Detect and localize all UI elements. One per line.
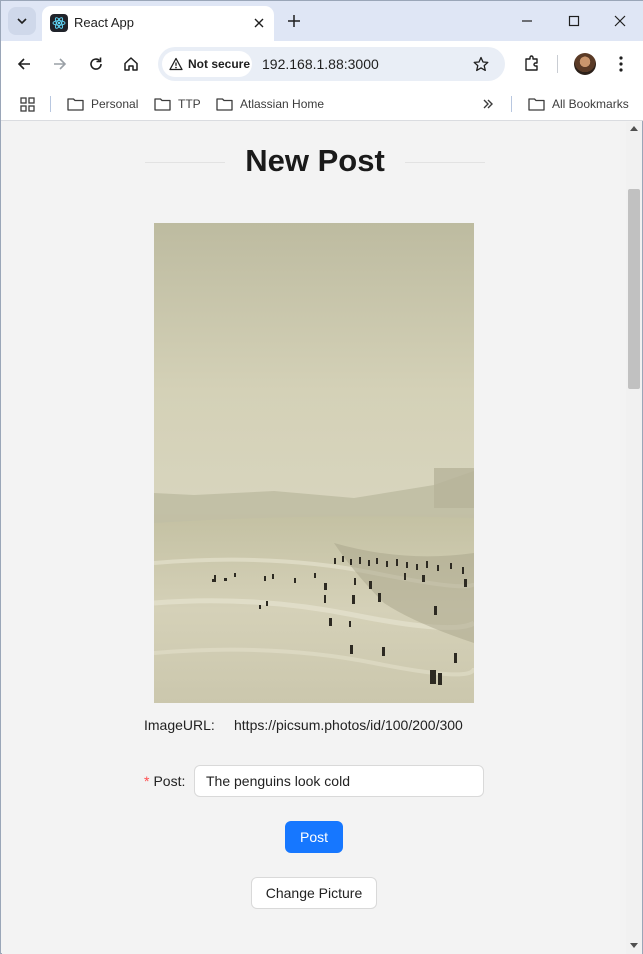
image-url-label: ImageURL: <box>144 717 215 733</box>
reload-icon <box>90 57 102 70</box>
minimize-icon <box>522 20 532 22</box>
arrow-left-icon <box>17 58 30 70</box>
close-icon <box>254 18 264 28</box>
post-text-input[interactable] <box>194 765 484 797</box>
change-picture-button[interactable]: Change Picture <box>251 877 377 909</box>
scroll-down-arrow-icon[interactable] <box>630 943 638 948</box>
address-bar[interactable]: Not secure 192.168.1.88:3000 <box>158 47 505 81</box>
bookmarks-bar: Personal TTP Atlassian Home All Bookmark… <box>1 87 643 121</box>
scrollbar-thumb[interactable] <box>628 189 640 389</box>
folder-icon <box>216 98 233 111</box>
security-label: Not secure <box>188 57 251 71</box>
bookmark-star-button[interactable] <box>471 54 491 74</box>
bookmark-folder-ttp[interactable]: TTP <box>154 94 201 114</box>
page-title-divider: New Post <box>145 140 485 184</box>
puzzle-icon <box>525 55 538 71</box>
post-label: * Post: <box>144 773 185 789</box>
apps-button[interactable] <box>20 94 35 114</box>
required-asterisk: * <box>144 773 150 789</box>
bookmark-folder-atlassian-home[interactable]: Atlassian Home <box>216 94 324 114</box>
page-scrollbar[interactable] <box>626 122 642 954</box>
bookmark-label: TTP <box>178 97 201 111</box>
home-button[interactable] <box>117 50 145 78</box>
maximize-icon <box>568 15 580 27</box>
star-icon <box>473 56 489 72</box>
browser-menu-button[interactable] <box>611 52 631 76</box>
page-title: New Post <box>245 143 385 178</box>
site-info-chip[interactable]: Not secure <box>162 51 252 77</box>
home-icon <box>124 57 138 71</box>
browser-window: React App Not secure 192.168.1.88:3000 P… <box>0 0 643 954</box>
bookmark-label: Personal <box>91 97 139 111</box>
tab-react-app[interactable]: React App <box>42 6 274 41</box>
image-url-value: https://picsum.photos/id/100/200/300 <box>234 717 463 733</box>
forward-button[interactable] <box>46 50 74 78</box>
post-image <box>154 223 474 703</box>
extensions-button[interactable] <box>520 51 544 75</box>
bookmark-label: Atlassian Home <box>240 97 325 111</box>
apps-grid-icon <box>20 96 35 112</box>
minimize-button[interactable] <box>504 1 550 41</box>
folder-icon <box>154 98 171 111</box>
new-tab-button[interactable] <box>283 10 305 32</box>
kebab-menu-icon <box>619 56 623 72</box>
folder-icon <box>528 98 545 111</box>
maximize-button[interactable] <box>551 1 597 41</box>
reload-button[interactable] <box>82 50 110 78</box>
tab-search-button[interactable] <box>8 7 36 35</box>
all-bookmarks-label: All Bookmarks <box>552 97 629 111</box>
close-icon <box>614 15 626 27</box>
close-tab-button[interactable] <box>250 14 268 32</box>
close-window-button[interactable] <box>597 1 643 41</box>
bookmarks-overflow-button[interactable] <box>482 94 494 114</box>
scroll-up-arrow-icon[interactable] <box>630 126 638 131</box>
arrow-right-icon <box>54 58 67 70</box>
back-button[interactable] <box>10 50 38 78</box>
bookmarks-divider <box>511 96 512 112</box>
post-label-text: Post: <box>153 773 186 789</box>
chevron-down-icon <box>17 18 27 25</box>
profile-avatar[interactable] <box>574 53 596 75</box>
warning-icon <box>169 57 183 71</box>
folder-icon <box>67 98 84 111</box>
url-text[interactable]: 192.168.1.88:3000 <box>262 56 379 72</box>
chevron-double-right-icon <box>483 99 493 109</box>
browser-toolbar: Not secure 192.168.1.88:3000 <box>1 41 643 87</box>
bookmarks-divider <box>50 96 51 112</box>
tab-title: React App <box>74 15 134 30</box>
toolbar-divider <box>557 55 558 73</box>
bookmark-folder-personal[interactable]: Personal <box>67 94 138 114</box>
page-content: New Post ImageURL: https://picsum.photos… <box>2 122 626 954</box>
tab-strip: React App <box>1 1 643 41</box>
post-button[interactable]: Post <box>285 821 343 853</box>
all-bookmarks-button[interactable]: All Bookmarks <box>528 94 629 114</box>
react-logo-icon <box>50 14 68 32</box>
plus-icon <box>288 15 300 27</box>
